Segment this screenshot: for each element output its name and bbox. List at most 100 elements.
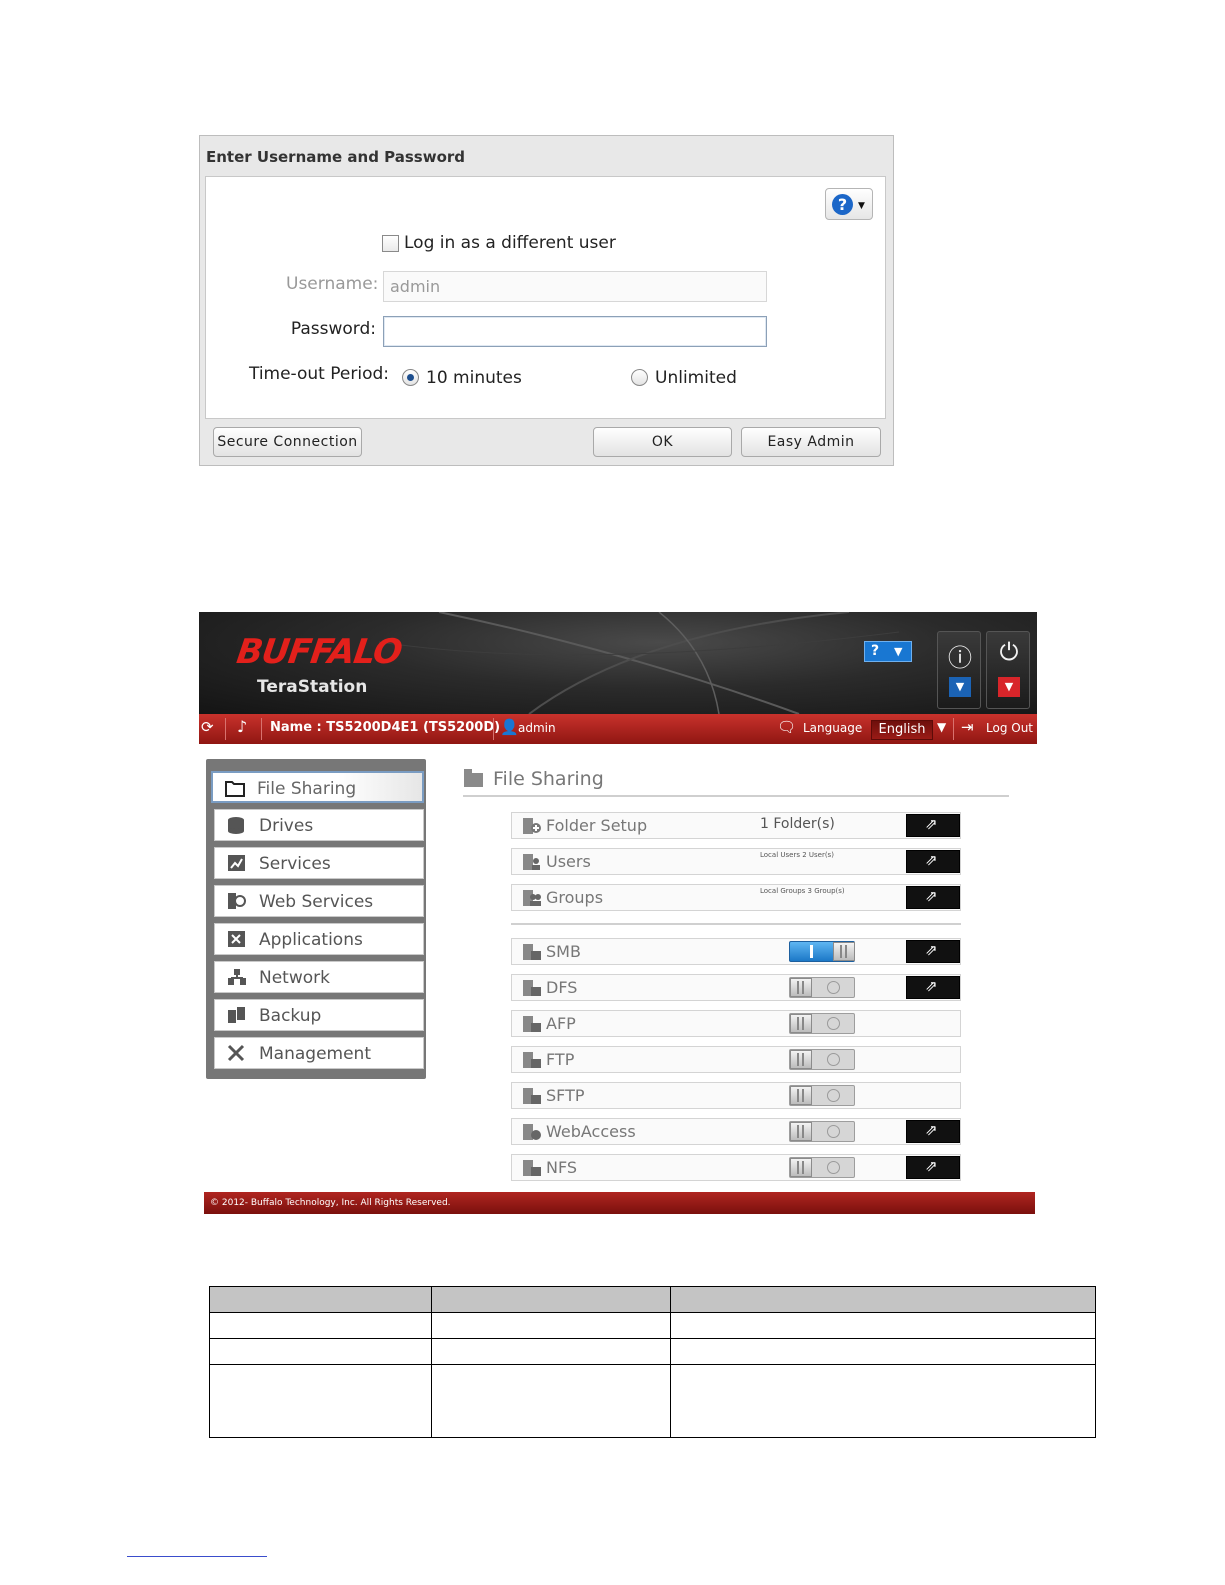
help-button[interactable]: ? ▼ (825, 188, 873, 220)
power-button[interactable]: ⏻ ▼ (986, 631, 1030, 709)
table-cell (209, 1364, 432, 1438)
easy-admin-button[interactable]: Easy Admin (741, 427, 881, 457)
drive-icon (228, 817, 244, 834)
smb-icon (523, 944, 541, 960)
music-icon[interactable]: ♪ (237, 717, 247, 736)
chevron-down-icon: ▼ (894, 645, 903, 658)
sftp-toggle[interactable] (789, 1085, 855, 1106)
users-open-button[interactable] (906, 850, 960, 873)
sidebar-item-web-services[interactable]: Web Services (214, 885, 424, 917)
afp-toggle[interactable] (789, 1013, 855, 1034)
service-row-sftp: SFTP (511, 1082, 961, 1109)
row-label: SFTP (546, 1086, 585, 1105)
user-icon: 👤 (500, 718, 519, 736)
timeout-label: Time-out Period: (248, 364, 389, 384)
section-divider (511, 923, 961, 925)
nfs-open-button[interactable] (906, 1156, 960, 1179)
timeout-unlimited-radio[interactable] (631, 369, 648, 386)
refresh-icon[interactable]: ⟳ (201, 718, 214, 736)
toggle-off-mark (827, 1161, 840, 1174)
sidebar-item-management[interactable]: Management (214, 1037, 424, 1069)
smb-toggle[interactable] (789, 941, 855, 962)
sidebar-item-services[interactable]: Services (214, 847, 424, 879)
username-input[interactable]: admin (383, 271, 767, 302)
footer-link-underline[interactable] (127, 1556, 267, 1557)
dfs-toggle[interactable] (789, 977, 855, 998)
toggle-on-mark (810, 945, 813, 958)
timeout-10min-label: 10 minutes (426, 368, 522, 388)
applications-icon (228, 931, 245, 947)
different-user-option[interactable]: Log in as a different user (382, 233, 616, 253)
row-label: Users (546, 852, 591, 871)
different-user-checkbox[interactable] (382, 234, 399, 252)
sidebar-item-label: File Sharing (257, 779, 357, 799)
ok-button[interactable]: OK (593, 427, 732, 457)
panel-title-divider (463, 795, 1009, 797)
chevron-down-icon: ▼ (858, 201, 865, 211)
sidebar-item-drives[interactable]: Drives (214, 809, 424, 841)
dialog-body: ? ▼ Log in as a different user Username:… (205, 176, 886, 419)
toggle-knob (790, 1086, 812, 1105)
password-input[interactable] (383, 316, 767, 347)
header-swoosh-decoration (379, 612, 899, 714)
device-name: Name : TS5200D4E1 (TS5200D) (270, 720, 501, 735)
table-cell (670, 1364, 1096, 1438)
info-dropdown-icon[interactable]: ▼ (949, 677, 971, 697)
username-label: Username: (286, 274, 379, 294)
webaccess-open-button[interactable] (906, 1120, 960, 1143)
brand-logo: BUFFALO (234, 632, 405, 672)
sidebar-item-label: Applications (259, 930, 363, 950)
nfs-toggle[interactable] (789, 1157, 855, 1178)
table-cell (431, 1312, 671, 1339)
power-icon: ⏻ (999, 638, 1019, 666)
folder-setup-row: Folder Setup 1 Folder(s) (511, 812, 961, 839)
toggle-knob (790, 1014, 812, 1033)
dialog-title: Enter Username and Password (206, 148, 466, 166)
ftp-toggle[interactable] (789, 1049, 855, 1070)
toggle-off-mark (827, 1017, 840, 1030)
sidebar-item-applications[interactable]: Applications (214, 923, 424, 955)
table-header-cell (209, 1286, 432, 1313)
toggle-knob (833, 942, 855, 961)
row-label: Folder Setup (546, 816, 648, 835)
language-label: Language (803, 721, 863, 735)
sidebar-item-file-sharing[interactable]: File Sharing (211, 771, 424, 803)
password-label: Password: (290, 319, 376, 339)
toggle-knob (790, 1122, 812, 1141)
question-icon: ? (832, 194, 853, 215)
groups-open-button[interactable] (906, 886, 960, 909)
language-chevron-icon[interactable]: ▼ (937, 720, 946, 734)
secure-connection-button[interactable]: Secure Connection (213, 427, 362, 457)
row-label: DFS (546, 978, 578, 997)
service-row-dfs: DFS (511, 974, 961, 1001)
toggle-off-mark (827, 1125, 840, 1138)
groups-row: Groups Local Groups 3 Group(s) (511, 884, 961, 911)
language-select[interactable]: English (871, 720, 933, 740)
dfs-open-button[interactable] (906, 976, 960, 999)
header-help-button[interactable]: ? ▼ (864, 641, 912, 662)
folder-setup-open-button[interactable] (906, 814, 960, 837)
toggle-knob (790, 978, 812, 997)
bar-separator (261, 718, 262, 740)
row-label: Groups (546, 888, 604, 907)
sidebar-item-network[interactable]: Network (214, 961, 424, 993)
backup-icon (228, 1007, 245, 1023)
toggle-knob (790, 1050, 812, 1069)
network-icon (228, 969, 246, 985)
webaccess-toggle[interactable] (789, 1121, 855, 1142)
service-row-afp: AFP (511, 1010, 961, 1037)
smb-open-button[interactable] (906, 940, 960, 963)
row-label: FTP (546, 1050, 575, 1069)
current-user: admin (518, 721, 556, 735)
nas-admin-window: BUFFALO TeraStation ? ▼ ⓘ ▼ ⏻ ▼ ⟳ ♪ Name… (199, 612, 1037, 1215)
timeout-10min-radio[interactable] (402, 369, 419, 386)
login-dialog: Enter Username and Password ? ▼ Log in a… (199, 135, 894, 466)
header: BUFFALO TeraStation ? ▼ ⓘ ▼ ⏻ ▼ (199, 612, 1037, 714)
info-button[interactable]: ⓘ ▼ (937, 631, 981, 709)
logout-link[interactable]: Log Out (986, 721, 1033, 735)
power-dropdown-icon[interactable]: ▼ (998, 677, 1020, 697)
logout-icon[interactable]: ⇥ (961, 718, 974, 736)
row-value: Local Users 2 User(s) (760, 851, 834, 859)
product-name: TeraStation (257, 677, 368, 697)
sidebar-item-backup[interactable]: Backup (214, 999, 424, 1031)
